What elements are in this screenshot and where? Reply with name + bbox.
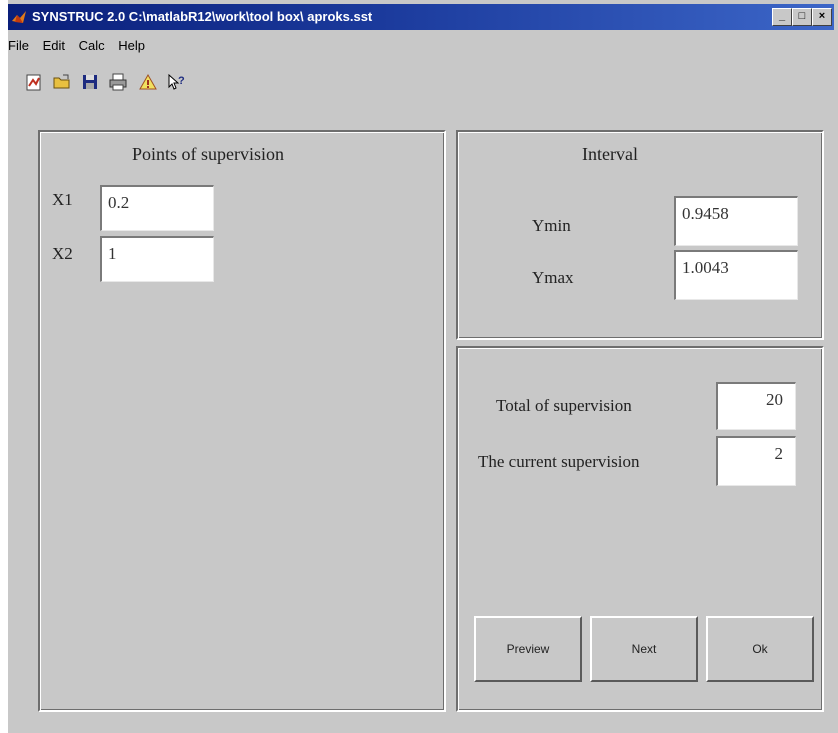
close-button[interactable]: ×: [812, 8, 832, 26]
points-panel-title: Points of supervision: [132, 144, 285, 164]
new-icon[interactable]: [22, 70, 46, 94]
menu-bar: File Edit Calc Help: [8, 38, 155, 58]
menu-file[interactable]: File: [8, 38, 29, 53]
title-bar[interactable]: SYNSTRUC 2.0 C:\matlabR12\work\tool box\…: [8, 4, 834, 30]
current-supervision-label: The current supervision: [478, 452, 640, 471]
interval-panel: Interval Ymin 0.9458 Ymax 1.0043: [456, 130, 824, 340]
menu-help[interactable]: Help: [118, 38, 145, 53]
minimize-button[interactable]: _: [772, 8, 792, 26]
menu-calc[interactable]: Calc: [79, 38, 105, 53]
ymin-field[interactable]: 0.9458: [674, 196, 798, 246]
total-supervision-label: Total of supervision: [496, 396, 632, 415]
x2-label: X2: [52, 244, 73, 263]
open-folder-icon[interactable]: [50, 70, 74, 94]
print-icon[interactable]: [106, 70, 130, 94]
window-title: SYNSTRUC 2.0 C:\matlabR12\work\tool box\…: [32, 9, 373, 24]
save-icon[interactable]: [78, 70, 102, 94]
ymin-label: Ymin: [532, 216, 571, 235]
interval-panel-title: Interval: [582, 144, 638, 164]
ymax-field[interactable]: 1.0043: [674, 250, 798, 300]
supervision-panel: Total of supervision 20 The current supe…: [456, 346, 824, 712]
context-help-icon[interactable]: ?: [164, 70, 188, 94]
x2-field[interactable]: 1: [100, 236, 214, 282]
preview-button[interactable]: Preview: [474, 616, 582, 682]
maximize-button[interactable]: □: [792, 8, 812, 26]
ok-button[interactable]: Ok: [706, 616, 814, 682]
total-supervision-field[interactable]: 20: [716, 382, 796, 430]
matlab-logo-icon: [12, 11, 26, 23]
current-supervision-field[interactable]: 2: [716, 436, 796, 486]
points-of-supervision-panel: Points of supervision X1 0.2 X2 1: [38, 130, 446, 712]
warning-icon[interactable]: [136, 70, 160, 94]
svg-text:?: ?: [178, 75, 185, 87]
next-button[interactable]: Next: [590, 616, 698, 682]
x1-label: X1: [52, 190, 73, 209]
ymax-label: Ymax: [532, 268, 574, 287]
x1-field[interactable]: 0.2: [100, 185, 214, 231]
menu-edit[interactable]: Edit: [43, 38, 65, 53]
